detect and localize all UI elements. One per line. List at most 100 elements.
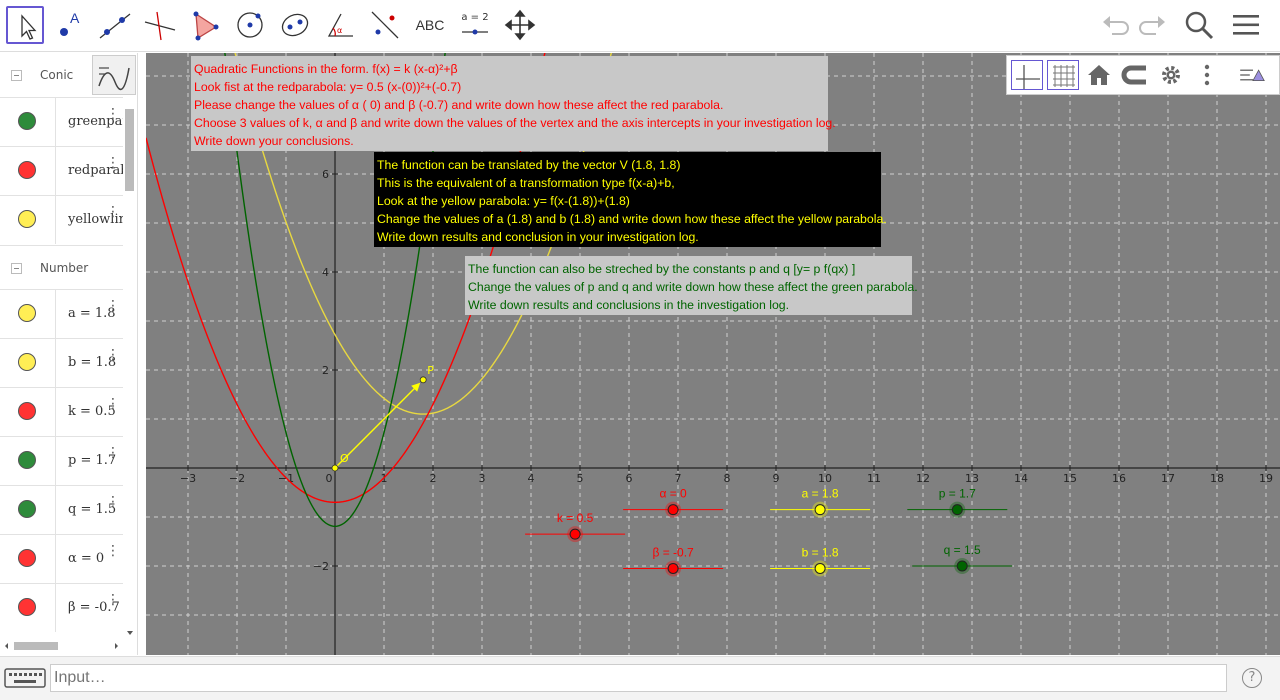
graphics-settings-button[interactable] (1155, 60, 1187, 90)
style-bar-icon (1240, 69, 1265, 81)
angle-tool-button[interactable]: α (321, 6, 359, 44)
more-options-icon[interactable]: ⋮ (106, 348, 120, 362)
circle-icon (237, 12, 263, 38)
polygon-tool-button[interactable] (186, 6, 224, 44)
keyboard-icon[interactable] (2, 665, 48, 691)
line-tool-button[interactable] (96, 6, 134, 44)
visibility-toggle[interactable] (18, 161, 36, 179)
x-tick-label: 7 (675, 472, 682, 485)
sliders: k = 0.5 α = 0 β = -0.7 a = 1.8 b = 1.8 p = 1.… (525, 487, 1013, 577)
toggle-axes-button[interactable] (1011, 60, 1043, 90)
slider-label: β = -0.7 (652, 545, 694, 559)
horizontal-scrollbar[interactable] (0, 639, 124, 653)
collapse-icon[interactable] (11, 263, 22, 274)
x-tick-label: 15 (1063, 472, 1077, 485)
scroll-arrows-icon (5, 643, 118, 649)
toggle-grid-button[interactable] (1047, 60, 1079, 90)
point-p (419, 376, 427, 384)
polygon-icon (193, 11, 219, 41)
algebra-item[interactable]: yellowline ⋮ (0, 195, 123, 244)
more-options-icon[interactable]: ⋮ (106, 397, 120, 411)
x-tick-label: 16 (1112, 472, 1126, 485)
algebra-style-button[interactable] (92, 55, 136, 95)
more-options-icon[interactable]: ⋮ (106, 205, 120, 219)
slider-knob (814, 504, 826, 516)
instructions-yellow-textbox: The function can be translated by the ve… (374, 152, 887, 247)
visibility-toggle[interactable] (18, 402, 36, 420)
group-label: Number (40, 261, 89, 275)
point-o-label: O (340, 452, 349, 465)
circle-tool-button[interactable] (231, 6, 269, 44)
algebra-item[interactable]: α = 0 ⋮ (0, 534, 123, 583)
visibility-toggle[interactable] (18, 210, 36, 228)
slider-tool-button[interactable]: a = 2 (456, 6, 494, 44)
algebra-item[interactable]: p = 1.7 ⋮ (0, 436, 123, 485)
more-options-icon[interactable]: ⋮ (106, 107, 120, 121)
point-icon: A (60, 10, 80, 36)
conic-tool-button[interactable] (276, 6, 314, 44)
point-o (331, 464, 339, 472)
axes-icon (1016, 65, 1040, 89)
more-options-icon[interactable]: ⋮ (106, 593, 120, 607)
visibility-toggle[interactable] (18, 353, 36, 371)
search-button[interactable] (1182, 8, 1216, 42)
main-menu-button[interactable] (1229, 8, 1263, 42)
visibility-toggle[interactable] (18, 451, 36, 469)
redo-button[interactable] (1136, 8, 1170, 42)
home-icon (1088, 65, 1110, 85)
more-options-icon[interactable]: ⋮ (106, 156, 120, 170)
move-graphics-tool-button[interactable] (501, 6, 539, 44)
more-options-icon[interactable]: ⋮ (106, 299, 120, 313)
algebra-item[interactable]: greenparabola ⋮ (0, 97, 123, 146)
reflect-tool-button[interactable] (366, 6, 404, 44)
collapse-icon[interactable] (11, 70, 22, 81)
move-arrows-icon (504, 9, 536, 41)
text-line: Look fist at the redparabola: y= 0.5 (x-… (194, 80, 462, 94)
x-tick-label: 18 (1210, 472, 1224, 485)
text-line: The function can also be streched by the… (468, 262, 856, 276)
group-header-number[interactable]: Number (0, 245, 123, 292)
svg-text:A: A (70, 10, 80, 26)
x-tick-label: 11 (867, 472, 881, 485)
slider-icon (462, 29, 488, 35)
undo-button[interactable] (1098, 8, 1132, 42)
angle-icon: α (327, 13, 353, 37)
algebra-item[interactable]: redparabola ⋮ (0, 146, 123, 195)
x-tick-label: −2 (229, 472, 245, 485)
algebra-item[interactable]: k = 0.5 ⋮ (0, 387, 123, 436)
slider-label: α = 0 (659, 487, 687, 501)
perpendicular-tool-button[interactable] (141, 6, 179, 44)
visibility-toggle[interactable] (18, 549, 36, 567)
visibility-toggle[interactable] (18, 598, 36, 616)
hamburger-menu-icon (1233, 15, 1259, 35)
visibility-toggle[interactable] (18, 500, 36, 518)
standard-view-button[interactable] (1083, 60, 1115, 90)
visibility-toggle[interactable] (18, 112, 36, 130)
more-options-icon[interactable]: ⋮ (106, 544, 120, 558)
arrow-cursor-icon (21, 14, 37, 40)
algebra-item[interactable]: b = 1.8 ⋮ (0, 338, 123, 387)
slider-label: q = 1.5 (944, 543, 981, 557)
x-tick-label: −3 (180, 472, 196, 485)
algebra-item[interactable]: β = -0.7 ⋮ (0, 583, 123, 632)
more-options-icon[interactable]: ⋮ (106, 446, 120, 460)
point-p-label: P (427, 364, 434, 377)
more-options-icon[interactable]: ⋮ (106, 495, 120, 509)
x-tick-label: 8 (724, 472, 731, 485)
help-icon[interactable]: ? (1242, 668, 1262, 688)
style-bar-toggle-button[interactable] (1237, 60, 1277, 90)
slider-label: p = 1.7 (939, 487, 976, 501)
move-tool-button[interactable] (6, 6, 44, 44)
point-tool-button[interactable]: A (51, 6, 89, 44)
point-capturing-button[interactable] (1119, 60, 1151, 90)
text-tool-button[interactable]: ABC (411, 6, 449, 44)
visibility-toggle[interactable] (18, 304, 36, 322)
input-field[interactable] (50, 664, 1227, 692)
algebra-item[interactable]: a = 1.8 ⋮ (0, 289, 123, 338)
text-line: Quadratic Functions in the form. f(x) = … (194, 62, 458, 76)
vertical-scrollbar[interactable] (124, 97, 136, 637)
graphics-more-button[interactable] (1191, 60, 1223, 90)
algebra-item[interactable]: q = 1.5 ⋮ (0, 485, 123, 534)
graphics-view[interactable]: −3 −2 −1 0 1 2 3 4 5 6 7 8 9 10 11 12 13 14 15 16 17 18 19 6 4 2−… (146, 53, 1280, 655)
instructions-red-textbox: Quadratic Functions in the form. f(x) = … (191, 56, 836, 151)
